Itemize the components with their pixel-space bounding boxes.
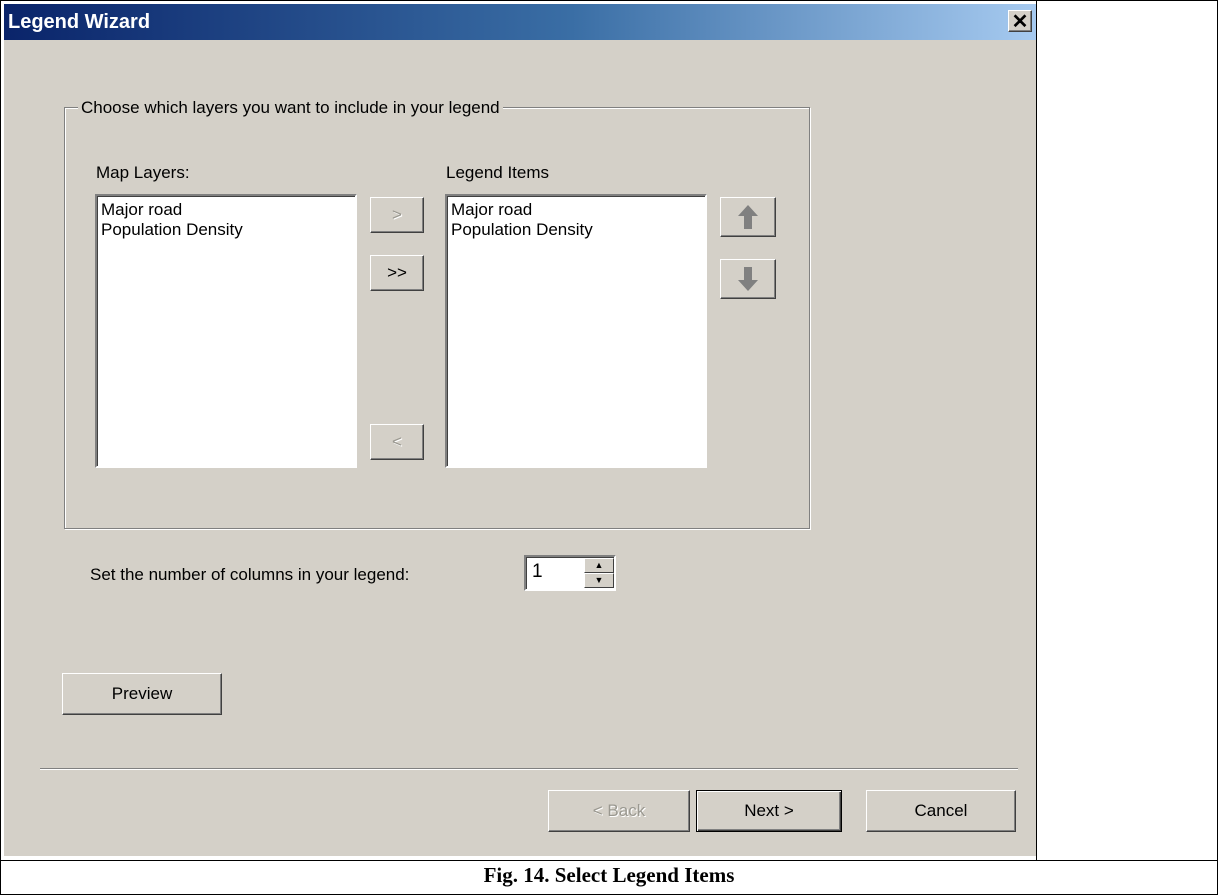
move-down-button[interactable] (720, 259, 776, 299)
map-layers-label: Map Layers: (96, 163, 190, 182)
add-layer-button[interactable]: > (370, 197, 424, 233)
legend-wizard-dialog: Legend Wizard ✕ Choose which layers you … (4, 4, 1036, 856)
legend-items-label: Legend Items (446, 163, 550, 182)
title-bar[interactable]: Legend Wizard ✕ (4, 4, 1036, 40)
map-layers-list[interactable]: Major road Population Density (95, 194, 357, 468)
table-divider-horizontal (0, 860, 1218, 861)
list-item[interactable]: Major road (101, 200, 351, 220)
cancel-button[interactable]: Cancel (866, 790, 1016, 832)
columns-value[interactable]: 1 (532, 561, 543, 583)
next-button[interactable]: Next > (696, 790, 842, 832)
table-divider-vertical (1036, 0, 1037, 860)
groupbox-label: Choose which layers you want to include … (78, 98, 503, 118)
back-button[interactable]: < Back (548, 790, 690, 832)
columns-label: Set the number of columns in your legend… (90, 565, 410, 584)
close-button[interactable]: ✕ (1008, 10, 1032, 33)
arrow-up-icon (738, 205, 758, 229)
move-up-button[interactable] (720, 197, 776, 237)
arrow-down-icon (738, 267, 758, 291)
remove-layer-button[interactable]: < (370, 424, 424, 460)
list-item[interactable]: Major road (451, 200, 701, 220)
list-item[interactable]: Population Density (101, 220, 351, 240)
separator-highlight (40, 769, 1018, 770)
spin-down-button[interactable]: ▼ (584, 573, 614, 588)
columns-stepper[interactable]: 1 ▲ ▼ (524, 555, 616, 591)
legend-items-list[interactable]: Major road Population Density (445, 194, 707, 468)
close-icon: ✕ (1011, 11, 1029, 33)
add-all-layers-button[interactable]: >> (370, 255, 424, 291)
spin-up-button[interactable]: ▲ (584, 558, 614, 573)
figure-caption: Fig. 14. Select Legend Items (483, 863, 735, 887)
list-item[interactable]: Population Density (451, 220, 701, 240)
dialog-title: Legend Wizard (8, 11, 151, 33)
preview-button[interactable]: Preview (62, 673, 222, 715)
